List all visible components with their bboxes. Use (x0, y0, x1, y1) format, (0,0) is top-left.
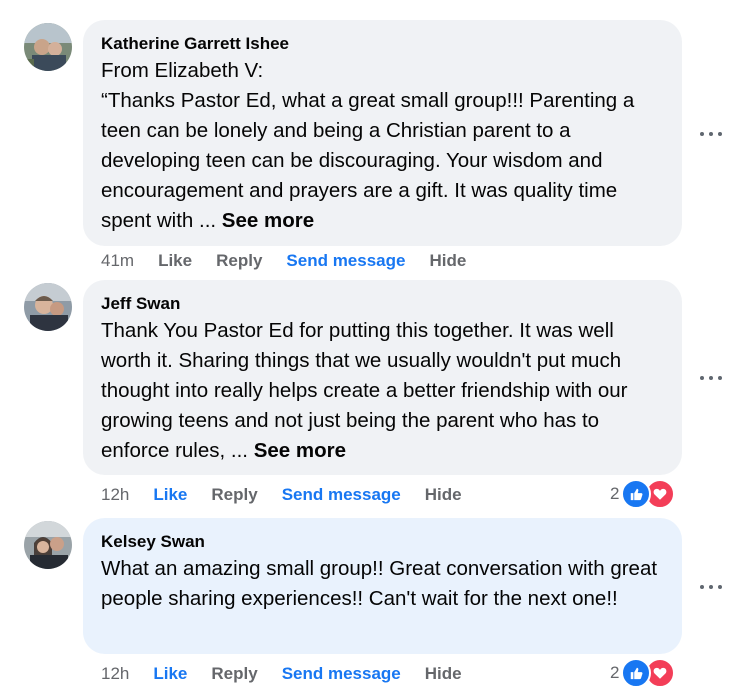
send-message-button[interactable]: Send message (282, 664, 401, 684)
avatar[interactable] (24, 283, 72, 331)
comment-bubble: Katherine Garrett Ishee From Elizabeth V… (83, 20, 682, 246)
see-more-link[interactable]: See more (254, 439, 346, 462)
comment-text-line: From Elizabeth V: (101, 59, 264, 82)
comment-text: What an amazing small group!! Great conv… (101, 557, 658, 610)
more-options-icon[interactable] (700, 580, 722, 594)
comment-actions: 12h Like Reply Send message Hide (101, 483, 486, 507)
see-more-link[interactable]: See more (222, 209, 314, 232)
send-message-button[interactable]: Send message (282, 485, 401, 505)
like-button[interactable]: Like (158, 251, 192, 271)
more-options-icon[interactable] (700, 371, 722, 385)
comment-actions: 41m Like Reply Send message Hide (101, 249, 490, 273)
comment-author[interactable]: Katherine Garrett Ishee (101, 33, 664, 55)
reaction-summary[interactable]: 2 (610, 658, 676, 688)
reply-button[interactable]: Reply (211, 664, 257, 684)
comment-bubble: Kelsey Swan What an amazing small group!… (83, 518, 682, 654)
avatar[interactable] (24, 23, 72, 71)
send-message-button[interactable]: Send message (286, 251, 405, 271)
comment-text: Thank You Pastor Ed for putting this tog… (101, 316, 664, 466)
like-icon (621, 658, 652, 688)
comment-text-line: “Thanks Pastor Ed, what a great small gr… (101, 86, 664, 236)
hide-button[interactable]: Hide (425, 485, 462, 505)
hide-button[interactable]: Hide (429, 251, 466, 271)
like-icon (621, 479, 652, 509)
comment-text-body: Thank You Pastor Ed for putting this tog… (101, 319, 628, 462)
profile-photo-icon (24, 521, 72, 569)
comment-timestamp[interactable]: 12h (101, 664, 129, 684)
more-options-icon[interactable] (700, 127, 722, 141)
comment-timestamp[interactable]: 41m (101, 251, 134, 271)
like-button[interactable]: Like (153, 664, 187, 684)
hide-button[interactable]: Hide (425, 664, 462, 684)
reaction-count: 2 (610, 663, 620, 682)
like-button[interactable]: Like (153, 485, 187, 505)
comment-bubble: Jeff Swan Thank You Pastor Ed for puttin… (83, 280, 682, 475)
reaction-summary[interactable]: 2 (610, 479, 676, 509)
avatar[interactable] (24, 521, 72, 569)
comment-author[interactable]: Jeff Swan (101, 293, 664, 315)
comment-text-body: “Thanks Pastor Ed, what a great small gr… (101, 89, 635, 232)
reaction-count: 2 (610, 484, 620, 503)
comment-author[interactable]: Kelsey Swan (101, 531, 664, 553)
comment-text: From Elizabeth V: “Thanks Pastor Ed, wha… (101, 56, 664, 236)
profile-photo-icon (24, 283, 72, 331)
comment-actions: 12h Like Reply Send message Hide (101, 662, 486, 686)
reply-button[interactable]: Reply (216, 251, 262, 271)
comment-text-line: Thank You Pastor Ed for putting this tog… (101, 316, 664, 466)
comment-timestamp[interactable]: 12h (101, 485, 129, 505)
profile-photo-icon (24, 23, 72, 71)
reply-button[interactable]: Reply (211, 485, 257, 505)
